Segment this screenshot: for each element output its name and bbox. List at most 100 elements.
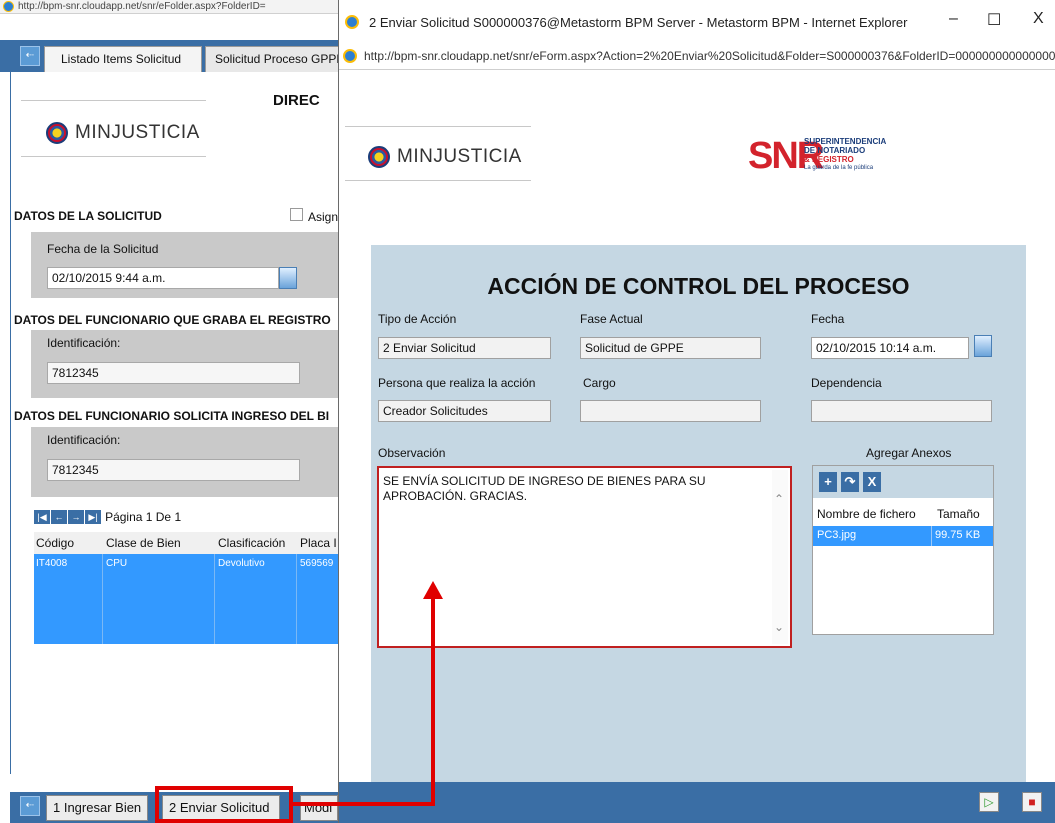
identificacion-input[interactable]: 7812345 (47, 459, 300, 481)
column-separator (296, 554, 297, 644)
minimize-icon[interactable]: – (949, 10, 958, 28)
next-page-icon[interactable]: → (68, 510, 84, 524)
fase-actual-field[interactable]: Solicitud de GPPE (580, 337, 761, 359)
fecha-field[interactable]: 02/10/2015 10:14 a.m. (811, 337, 969, 359)
ie-page-icon (343, 49, 357, 63)
delete-icon[interactable]: X (863, 472, 881, 492)
background-address-text: http://bpm-snr.cloudapp.net/snr/eFolder.… (18, 1, 266, 12)
page-title: DIREC (273, 92, 320, 109)
prev-page-icon[interactable]: ← (51, 510, 67, 524)
assign-checkbox[interactable] (290, 208, 303, 221)
first-page-icon[interactable]: |◀ (34, 510, 50, 524)
last-page-icon[interactable]: ▶| (85, 510, 101, 524)
funcionario-graba-group: Identificación: 7812345 (31, 330, 346, 398)
modificar-button[interactable]: Modi (300, 795, 338, 821)
dependencia-field[interactable] (811, 400, 992, 422)
popup-window: 2 Enviar Solicitud S000000376@Metastorm … (338, 0, 1055, 823)
ingresar-bien-button[interactable]: 1 Ingresar Bien (46, 795, 149, 821)
anexos-header-nombre: Nombre de fichero (817, 507, 916, 521)
section-title-solicitud: DATOS DE LA SOLICITUD (14, 209, 162, 223)
assign-label: Asign (308, 210, 339, 224)
stop-icon[interactable]: ■ (1022, 792, 1042, 812)
fecha-input[interactable]: 02/10/2015 9:44 a.m. (47, 267, 279, 289)
divider (21, 156, 206, 157)
agregar-anexos-label: Agregar Anexos (866, 446, 952, 460)
dependencia-label: Dependencia (811, 376, 882, 390)
highlight-box (155, 786, 293, 823)
cell-codigo: IT4008 (36, 558, 68, 569)
anexo-size: 99.75 KB (935, 529, 981, 541)
add-icon[interactable]: + (819, 472, 837, 492)
snr-sub-line: La guarda de la fe pública (804, 165, 874, 171)
redo-icon[interactable]: ↷ (841, 472, 859, 492)
section-title-funcionario-ingreso: DATOS DEL FUNCIONARIO SOLICITA INGRESO D… (14, 409, 330, 423)
divider (21, 100, 206, 101)
tab-solicitud-proceso-label: Solicitud Proceso GPPE (215, 52, 345, 66)
observacion-text: SE ENVÍA SOLICITUD DE INGRESO DE BIENES … (383, 474, 706, 503)
minjusticia-logo-text: MINJUSTICIA (397, 146, 522, 167)
calendar-icon[interactable] (974, 335, 992, 357)
play-icon[interactable]: ▷ (979, 792, 999, 812)
column-separator (102, 554, 103, 644)
fecha-label: Fecha (811, 312, 845, 326)
snr-sub-line: & REGISTRO (804, 155, 854, 164)
list-item[interactable]: PC3.jpg 99.75 KB (813, 526, 993, 546)
cell-placa: 569569 (300, 558, 334, 569)
popup-address-bar[interactable]: http://bpm-snr.cloudapp.net/snr/eForm.as… (339, 44, 1055, 70)
popup-url[interactable]: http://bpm-snr.cloudapp.net/snr/eForm.as… (364, 49, 1055, 63)
tab-listado-items-label: Listado Items Solicitud (61, 52, 182, 66)
grid-header-clasificacion[interactable]: Clasificación (218, 536, 285, 550)
grid-header-codigo[interactable]: Código (36, 536, 74, 550)
colombia-seal-icon (368, 146, 390, 168)
back-arrow-icon[interactable]: ⇠ (20, 46, 40, 66)
ie-icon (345, 15, 359, 29)
identificacion-input[interactable]: 7812345 (47, 362, 300, 384)
fase-actual-label: Fase Actual (580, 312, 643, 326)
fecha-label: Fecha de la Solicitud (47, 242, 159, 256)
chevron-down-icon[interactable]: ⌄ (774, 620, 784, 634)
form-title: ACCIÓN DE CONTROL DEL PROCESO (487, 273, 910, 299)
tipo-accion-field[interactable]: 2 Enviar Solicitud (378, 337, 551, 359)
snr-logo-subtitle: SUPERINTENDENCIA DE NOTARIADO & REGISTRO… (804, 137, 886, 173)
annotation-line (431, 597, 435, 806)
cargo-field[interactable] (580, 400, 761, 422)
observacion-textarea[interactable]: SE ENVÍA SOLICITUD DE INGRESO DE BIENES … (377, 466, 792, 648)
popup-title-bar: 2 Enviar Solicitud S000000376@Metastorm … (339, 0, 1055, 44)
popup-window-title: 2 Enviar Solicitud S000000376@Metastorm … (369, 15, 908, 30)
back-arrow-icon[interactable]: ⇠ (20, 796, 40, 816)
pager: |◀ ← → ▶| Página 1 De 1 (34, 510, 345, 528)
snr-sub-line: DE NOTARIADO (804, 146, 866, 155)
anexos-header: Nombre de fichero Tamaño (813, 504, 993, 524)
section-title-funcionario-graba: DATOS DEL FUNCIONARIO QUE GRABA EL REGIS… (14, 313, 331, 327)
grid-header-clase[interactable]: Clase de Bien (106, 536, 181, 550)
minjusticia-logo-text: MINJUSTICIA (75, 122, 200, 143)
calendar-icon[interactable] (279, 267, 297, 289)
column-separator (214, 554, 215, 644)
fecha-group: Fecha de la Solicitud 02/10/2015 9:44 a.… (31, 232, 346, 298)
chevron-up-icon[interactable]: ⌃ (774, 492, 784, 506)
funcionario-ingreso-group: Identificación: 7812345 (31, 427, 346, 497)
tab-listado-items[interactable]: Listado Items Solicitud (44, 46, 202, 72)
background-address-bar: http://bpm-snr.cloudapp.net/snr/eFolder.… (0, 0, 345, 14)
annotation-line (293, 802, 435, 806)
anexos-panel: + ↷ X Nombre de fichero Tamaño PC3.jpg 9… (812, 465, 994, 635)
background-panel: DIREC MINJUSTICIA DATOS DE LA SOLICITUD … (10, 72, 346, 774)
identificacion-label: Identificación: (47, 433, 121, 447)
arrow-up-icon (423, 581, 443, 599)
tipo-accion-label: Tipo de Acción (378, 312, 457, 326)
tab-solicitud-proceso[interactable]: Solicitud Proceso GPPE (205, 46, 345, 72)
grid-header: Código Clase de Bien Clasificación Placa… (34, 532, 345, 554)
grid-header-placa[interactable]: Placa I (300, 536, 337, 550)
maximize-icon[interactable]: ☐ (987, 10, 1001, 30)
close-icon[interactable]: X (1033, 10, 1044, 28)
divider (345, 180, 531, 181)
snr-sub-line: SUPERINTENDENCIA (804, 137, 887, 146)
table-row[interactable]: IT4008 CPU Devolutivo 569569 (34, 554, 345, 644)
pager-text: Página 1 De 1 (105, 510, 182, 524)
ie-icon (3, 1, 14, 12)
identificacion-label: Identificación: (47, 336, 121, 350)
anexos-header-tamano: Tamaño (937, 507, 980, 521)
persona-field[interactable]: Creador Solicitudes (378, 400, 551, 422)
scrollbar[interactable]: ⌃ ⌄ (772, 470, 788, 644)
colombia-seal-icon (46, 122, 68, 144)
